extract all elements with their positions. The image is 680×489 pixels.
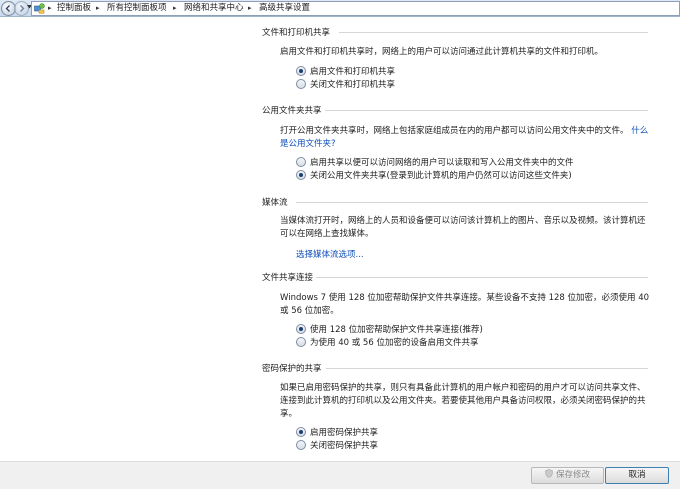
section-title-file-sharing-connections: 文件共享连接 bbox=[262, 273, 314, 283]
radio-selected-icon[interactable] bbox=[296, 169, 306, 180]
back-arrow-icon bbox=[5, 5, 10, 12]
radio-selected-icon[interactable] bbox=[296, 426, 306, 437]
save-changes-button[interactable]: 保存修改 bbox=[531, 467, 604, 484]
radio-unselected-icon[interactable] bbox=[296, 156, 306, 167]
uac-shield-icon bbox=[545, 469, 553, 478]
section-description: 打开公用文件夹共享时，网络上包括家庭组成员在内的用户都可以访问公用文件夹中的文件… bbox=[280, 126, 649, 149]
section-description: 启用文件和打印机共享时，网络上的用户可以访问通过此计算机共享的文件和打印机。 bbox=[280, 47, 604, 57]
radio-128bit-encryption[interactable]: 使用 128 位加密帮助保护文件共享连接(推荐) bbox=[296, 323, 483, 336]
radio-enable-public-folder-sharing[interactable]: 启用共享以便可以访问网络的用户可以读取和写入公用文件夹中的文件 bbox=[296, 156, 574, 169]
radio-selected-icon[interactable] bbox=[296, 323, 306, 334]
radio-disable-password-protection[interactable]: 关闭密码保护共享 bbox=[296, 439, 378, 452]
radio-unselected-icon[interactable] bbox=[296, 78, 306, 89]
breadcrumb-item-network-center[interactable]: 网络和共享中心 bbox=[184, 2, 244, 15]
radio-disable-file-printer-sharing[interactable]: 关闭文件和打印机共享 bbox=[296, 78, 395, 91]
section-divider bbox=[326, 368, 648, 369]
breadcrumb-separator[interactable]: ▸ bbox=[96, 2, 100, 15]
section-divider bbox=[316, 277, 648, 278]
cancel-button[interactable]: 取消 bbox=[605, 467, 669, 484]
section-title-file-printer-sharing: 文件和打印机共享 bbox=[262, 28, 331, 38]
breadcrumb-separator[interactable]: ▸ bbox=[48, 2, 52, 15]
section-description: 如果已启用密码保护的共享，则只有具备此计算机的用户帐户和密码的用户才可以访问共享… bbox=[280, 383, 646, 419]
section-divider bbox=[325, 110, 648, 111]
radio-disable-public-folder-sharing[interactable]: 关闭公用文件夹共享(登录到此计算机的用户仍然可以访问这些文件夹) bbox=[296, 169, 572, 182]
forward-arrow-icon bbox=[20, 5, 25, 12]
radio-enable-password-protection[interactable]: 启用密码保护共享 bbox=[296, 426, 378, 439]
breadcrumb-item-all-items[interactable]: 所有控制面板项 bbox=[107, 2, 167, 15]
radio-selected-icon[interactable] bbox=[296, 65, 306, 76]
radio-unselected-icon[interactable] bbox=[296, 336, 306, 347]
breadcrumb[interactable]: ▸ 控制面板 ▸ 所有控制面板项 ▸ 网络和共享中心 ▸ 高级共享设置 bbox=[31, 1, 680, 16]
section-divider bbox=[339, 32, 648, 33]
section-title-password-protected-sharing: 密码保护的共享 bbox=[262, 364, 322, 374]
radio-enable-file-printer-sharing[interactable]: 启用文件和打印机共享 bbox=[296, 65, 395, 78]
radio-40-56bit-encryption[interactable]: 为使用 40 或 56 位加密的设备启用文件共享 bbox=[296, 336, 478, 349]
control-panel-icon bbox=[34, 3, 45, 14]
choose-media-streaming-options-link[interactable]: 选择媒体流选项... bbox=[296, 248, 364, 260]
breadcrumb-item-control-panel[interactable]: 控制面板 bbox=[57, 2, 91, 15]
section-title-media-streaming: 媒体流 bbox=[262, 198, 288, 208]
section-description: 当媒体流打开时，网络上的人员和设备便可以访问该计算机上的图片、音乐以及视频。该计… bbox=[280, 216, 646, 239]
section-description: Windows 7 使用 128 位加密帮助保护文件共享连接。某些设备不支持 1… bbox=[280, 293, 650, 316]
radio-unselected-icon[interactable] bbox=[296, 439, 306, 450]
section-title-public-folder-sharing: 公用文件夹共享 bbox=[262, 106, 322, 116]
section-divider bbox=[296, 202, 648, 203]
breadcrumb-item-advanced-sharing[interactable]: 高级共享设置 bbox=[259, 2, 310, 15]
breadcrumb-separator[interactable]: ▸ bbox=[173, 2, 177, 15]
breadcrumb-separator[interactable]: ▸ bbox=[248, 2, 252, 15]
address-bar: ▸ 控制面板 ▸ 所有控制面板项 ▸ 网络和共享中心 ▸ 高级共享设置 bbox=[0, 0, 680, 17]
